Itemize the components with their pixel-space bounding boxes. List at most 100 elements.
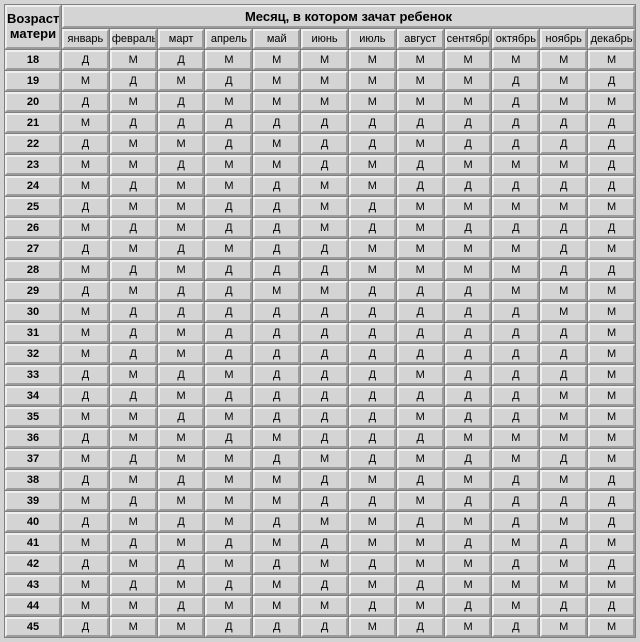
value-cell: Д	[110, 386, 157, 406]
age-cell: 29	[5, 281, 61, 301]
value-cell: Д	[62, 92, 109, 112]
value-cell: М	[110, 428, 157, 448]
value-cell: Д	[492, 323, 539, 343]
value-cell: Д	[110, 533, 157, 553]
value-cell: М	[253, 281, 300, 301]
value-cell: Д	[301, 386, 348, 406]
value-cell: Д	[540, 365, 587, 385]
value-cell: Д	[397, 386, 444, 406]
value-cell: М	[588, 617, 635, 637]
value-cell: Д	[253, 449, 300, 469]
value-cell: Д	[492, 113, 539, 133]
value-cell: М	[445, 428, 492, 448]
value-cell: Д	[301, 365, 348, 385]
value-cell: М	[301, 512, 348, 532]
value-cell: Д	[540, 260, 587, 280]
value-cell: Д	[492, 617, 539, 637]
value-cell: М	[253, 491, 300, 511]
value-cell: М	[158, 323, 205, 343]
value-cell: М	[397, 134, 444, 154]
value-cell: М	[110, 197, 157, 217]
months-row: январьфевральмартапрельмайиюньиюльавгуст…	[5, 29, 635, 49]
value-cell: М	[588, 575, 635, 595]
table-row: 18ДМДМММММММММ	[5, 50, 635, 70]
value-cell: М	[397, 197, 444, 217]
value-cell: М	[301, 449, 348, 469]
value-cell: М	[492, 50, 539, 70]
value-cell: Д	[492, 302, 539, 322]
value-cell: Д	[62, 239, 109, 259]
months-title: Месяц, в котором зачат ребенок	[62, 5, 635, 28]
value-cell: М	[445, 512, 492, 532]
value-cell: Д	[540, 218, 587, 238]
gender-calendar-table: Возраст матери Месяц, в котором зачат ре…	[4, 4, 636, 638]
value-cell: М	[205, 512, 252, 532]
table-row: 40ДМДМДММДМДМД	[5, 512, 635, 532]
table-row: 45ДММДДДМДМДММ	[5, 617, 635, 637]
value-cell: Д	[110, 260, 157, 280]
value-cell: М	[253, 428, 300, 448]
value-cell: Д	[158, 302, 205, 322]
value-cell: Д	[588, 218, 635, 238]
value-cell: М	[158, 134, 205, 154]
age-cell: 36	[5, 428, 61, 448]
value-cell: Д	[492, 491, 539, 511]
value-cell: Д	[62, 512, 109, 532]
value-cell: Д	[205, 134, 252, 154]
value-cell: М	[397, 407, 444, 427]
table-row: 35ММДМДДДМДДММ	[5, 407, 635, 427]
value-cell: М	[588, 365, 635, 385]
value-cell: Д	[349, 386, 396, 406]
value-cell: Д	[301, 239, 348, 259]
value-cell: М	[492, 197, 539, 217]
value-cell: Д	[349, 197, 396, 217]
value-cell: Д	[540, 344, 587, 364]
value-cell: М	[397, 596, 444, 616]
value-cell: М	[349, 50, 396, 70]
value-cell: М	[445, 92, 492, 112]
value-cell: Д	[349, 449, 396, 469]
value-cell: М	[349, 260, 396, 280]
value-cell: Д	[397, 470, 444, 490]
value-cell: М	[301, 71, 348, 91]
value-cell: Д	[445, 365, 492, 385]
value-cell: Д	[301, 617, 348, 637]
value-cell: Д	[349, 554, 396, 574]
value-cell: М	[205, 596, 252, 616]
value-cell: М	[492, 596, 539, 616]
value-cell: Д	[110, 491, 157, 511]
value-cell: Д	[445, 281, 492, 301]
value-cell: М	[110, 596, 157, 616]
value-cell: М	[349, 176, 396, 196]
value-cell: М	[205, 176, 252, 196]
value-cell: М	[397, 449, 444, 469]
value-cell: Д	[158, 365, 205, 385]
age-cell: 41	[5, 533, 61, 553]
value-cell: М	[540, 470, 587, 490]
age-cell: 21	[5, 113, 61, 133]
value-cell: М	[158, 71, 205, 91]
value-cell: Д	[205, 281, 252, 301]
value-cell: Д	[540, 449, 587, 469]
value-cell: М	[110, 512, 157, 532]
age-cell: 40	[5, 512, 61, 532]
value-cell: М	[492, 428, 539, 448]
value-cell: М	[301, 596, 348, 616]
value-cell: М	[253, 575, 300, 595]
value-cell: Д	[349, 407, 396, 427]
value-cell: М	[445, 239, 492, 259]
value-cell: Д	[253, 113, 300, 133]
value-cell: М	[110, 134, 157, 154]
table-row: 36ДММДМДДДММММ	[5, 428, 635, 448]
value-cell: Д	[349, 134, 396, 154]
value-cell: М	[158, 428, 205, 448]
value-cell: М	[158, 197, 205, 217]
value-cell: М	[62, 323, 109, 343]
value-cell: Д	[492, 71, 539, 91]
value-cell: Д	[349, 344, 396, 364]
value-cell: Д	[253, 218, 300, 238]
value-cell: Д	[397, 281, 444, 301]
value-cell: Д	[158, 155, 205, 175]
value-cell: Д	[540, 323, 587, 343]
value-cell: Д	[397, 113, 444, 133]
